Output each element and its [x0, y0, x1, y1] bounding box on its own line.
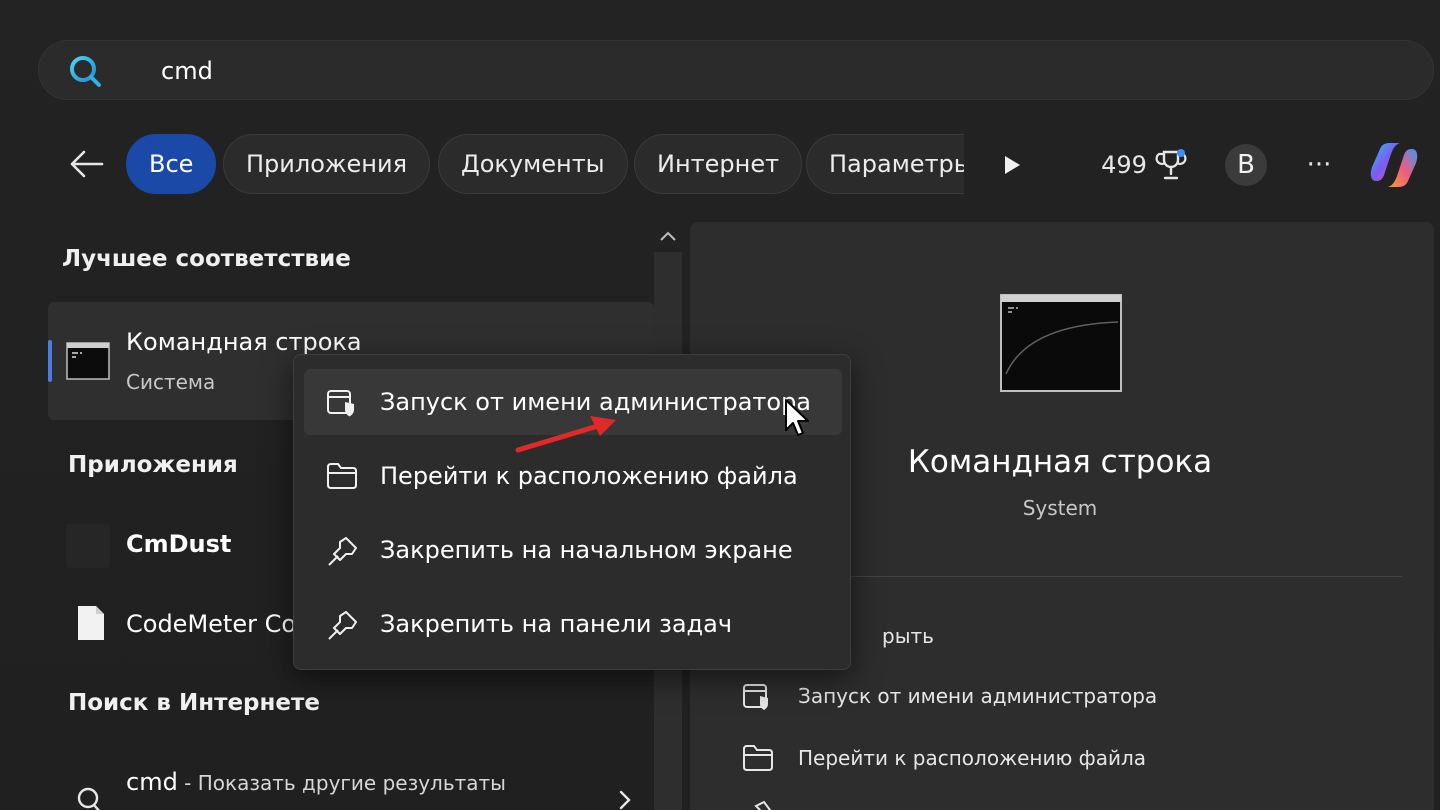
- chip-settings[interactable]: Параметры: [806, 134, 964, 194]
- app-name: CodeMeter Co: [126, 610, 297, 638]
- menu-item-pin-taskbar[interactable]: Закрепить на панели задач: [304, 591, 842, 657]
- details-action-run-as-admin[interactable]: Запуск от имени администратора: [742, 676, 1382, 716]
- trophy-icon: [1155, 149, 1187, 180]
- chip-all[interactable]: Все: [126, 134, 217, 194]
- web-suffix: - Показать другие результаты: [177, 771, 506, 795]
- shield-admin-icon: [327, 390, 354, 417]
- menu-item-pin-start[interactable]: Закрепить на начальном экране: [304, 517, 842, 583]
- chip-documents[interactable]: Документы: [438, 134, 628, 194]
- mouse-cursor-icon: [785, 399, 809, 436]
- annotation-arrow-icon: [515, 416, 616, 453]
- search-icon: [77, 787, 100, 810]
- copilot-button[interactable]: [1364, 140, 1424, 190]
- web-search-item[interactable]: cmd - Показать другие результаты: [48, 760, 654, 810]
- menu-item-label: Перейти к расположению файла: [380, 462, 798, 490]
- section-apps: Приложения: [68, 452, 238, 478]
- more-options-button[interactable]: ···: [1296, 140, 1342, 190]
- back-arrow-icon: [70, 150, 104, 178]
- menu-item-label: Закрепить на начальном экране: [380, 536, 793, 564]
- filter-chips: Все Приложения Документы Интернет Параме…: [126, 134, 964, 196]
- selection-indicator: [48, 340, 52, 382]
- back-button[interactable]: [64, 142, 108, 186]
- folder-icon: [743, 745, 773, 771]
- play-icon: [1005, 156, 1020, 174]
- action-label: Запуск от имени администратора: [798, 684, 1158, 708]
- chevron-right-icon: [619, 790, 631, 810]
- pin-icon: [328, 611, 357, 640]
- pin-icon: [754, 800, 772, 810]
- menu-item-label: Закрепить на панели задач: [380, 610, 733, 638]
- shield-admin-icon: [743, 684, 768, 710]
- cmdust-icon: [66, 524, 110, 568]
- points-count: 499: [1101, 151, 1147, 179]
- avatar: B: [1225, 144, 1267, 186]
- context-menu: Запуск от имени администратора Перейти к…: [293, 354, 851, 670]
- command-prompt-icon: [66, 342, 110, 380]
- action-label: Перейти к расположению файла: [798, 746, 1147, 770]
- file-icon: [78, 606, 104, 640]
- scroll-up-icon: [660, 231, 676, 241]
- section-best-match: Лучшее соответствие: [62, 246, 351, 272]
- command-prompt-large-icon: [1000, 294, 1122, 392]
- rewards-points[interactable]: 499: [1094, 140, 1194, 190]
- copilot-icon: [1370, 143, 1418, 187]
- search-bar[interactable]: [38, 40, 1434, 100]
- section-web-search: Поиск в Интернете: [68, 690, 320, 716]
- search-icon: [70, 56, 101, 87]
- search-input[interactable]: [161, 51, 1361, 91]
- account-button[interactable]: B: [1224, 140, 1268, 190]
- app-name: CmDust: [126, 530, 232, 558]
- windows-search-window: Все Приложения Документы Интернет Параме…: [0, 0, 1440, 810]
- chip-apps[interactable]: Приложения: [223, 134, 431, 194]
- more-filters-button[interactable]: [994, 140, 1030, 190]
- action-label: рыть: [882, 624, 934, 648]
- web-query: cmd: [126, 768, 178, 796]
- pin-icon: [328, 537, 357, 566]
- best-match-type: Система: [126, 370, 216, 394]
- best-match-name: Командная строка: [126, 328, 362, 356]
- web-search-text: cmd - Показать другие результаты: [126, 768, 506, 796]
- folder-icon: [327, 463, 357, 489]
- chip-internet[interactable]: Интернет: [634, 134, 803, 194]
- details-action-open-location[interactable]: Перейти к расположению файла: [742, 738, 1382, 778]
